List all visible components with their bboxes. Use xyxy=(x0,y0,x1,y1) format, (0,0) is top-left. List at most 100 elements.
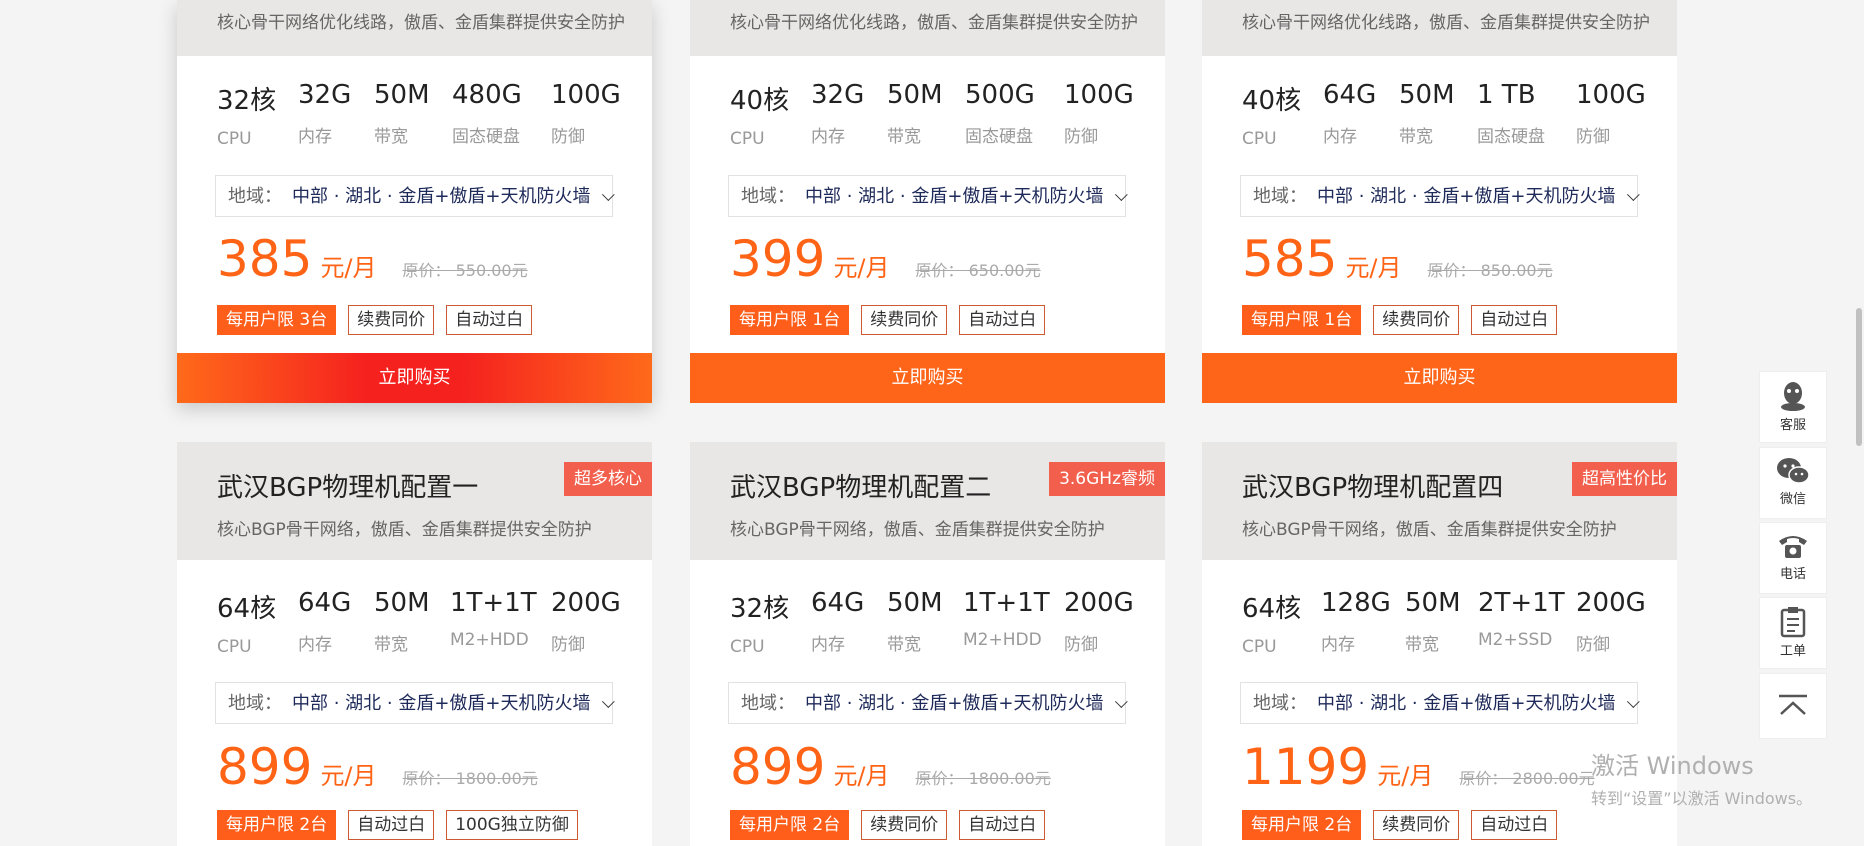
spec-label: 内存 xyxy=(1321,635,1355,655)
spec-value: 32G xyxy=(811,80,865,110)
spec-item: 64G 内存 xyxy=(298,588,351,655)
spec-label: 内存 xyxy=(1323,127,1357,147)
price-unit: 元/月 xyxy=(833,254,890,282)
spec-value: 200G xyxy=(1064,588,1134,618)
spec-item: 128G 内存 xyxy=(1321,588,1391,655)
buy-now-button[interactable]: 立即购买 xyxy=(177,353,652,403)
spec-value: 128G xyxy=(1321,588,1391,618)
sidebar-label: 客服 xyxy=(1779,418,1806,433)
buy-now-button[interactable]: 立即购买 xyxy=(1202,353,1677,403)
feature-tag: 自动过白 xyxy=(1471,305,1558,335)
product-card: 武汉BGP物理机配置二 3.6GHz睿频 核心BGP骨干网络，傲盾、金盾集群提供… xyxy=(690,442,1165,846)
feature-tag: 100G独立防御 xyxy=(446,810,578,840)
spec-value: 32核 xyxy=(217,86,277,116)
spec-item: 2T+1T M2+SSD xyxy=(1478,588,1565,650)
spec-value: 50M xyxy=(1405,588,1461,618)
card-subtitle: 核心BGP骨干网络，傲盾、金盾集群提供安全防护 xyxy=(1242,520,1617,540)
spec-label: CPU xyxy=(217,129,252,149)
spec-item: 32G 内存 xyxy=(298,80,351,147)
region-value: 中部 · 湖北 · 金盾+傲盾+天机防火墙 xyxy=(805,693,1104,714)
spec-value: 64核 xyxy=(217,594,277,624)
scrollbar-thumb[interactable] xyxy=(1856,308,1862,446)
region-value: 中部 · 湖北 · 金盾+傲盾+天机防火墙 xyxy=(1317,186,1616,207)
chevron-down-icon xyxy=(1114,695,1128,709)
price-value: 585 xyxy=(1242,230,1338,288)
feature-tag: 续费同价 xyxy=(861,305,948,335)
sidebar-ticket[interactable]: 工单 xyxy=(1759,597,1827,669)
spec-item: 1 TB 固态硬盘 xyxy=(1477,80,1545,147)
spec-label: M2+SSD xyxy=(1478,630,1553,650)
wechat-icon xyxy=(1777,458,1810,484)
feature-tag: 自动过白 xyxy=(348,810,435,840)
spec-item: 64G 内存 xyxy=(1323,80,1376,147)
spec-label: 固态硬盘 xyxy=(452,127,520,147)
tag-list: 每用户限 1台 续费同价 自动过白 xyxy=(730,305,1057,335)
sidebar-customer-service[interactable]: 客服 xyxy=(1759,371,1827,443)
spec-item: 50M 带宽 xyxy=(374,80,430,147)
spec-label: 内存 xyxy=(298,635,332,655)
tag-list: 每用户限 3台 续费同价 自动过白 xyxy=(217,305,544,335)
region-value: 中部 · 湖北 · 金盾+傲盾+天机防火墙 xyxy=(805,186,1104,207)
spec-label: CPU xyxy=(1242,129,1277,149)
spec-item: 50M 带宽 xyxy=(887,80,943,147)
region-select[interactable]: 地域： 中部 · 湖北 · 金盾+傲盾+天机防火墙 xyxy=(1240,175,1640,217)
original-price: 原价： 550.00元 xyxy=(402,261,528,280)
region-value: 中部 · 湖北 · 金盾+傲盾+天机防火墙 xyxy=(292,693,591,714)
feature-tag: 续费同价 xyxy=(348,305,435,335)
spec-label: M2+HDD xyxy=(963,630,1042,650)
tag-list: 每用户限 2台 续费同价 自动过白 xyxy=(1242,810,1569,840)
sidebar-wechat[interactable]: 微信 xyxy=(1759,447,1827,519)
region-select[interactable]: 地域： 中部 · 湖北 · 金盾+傲盾+天机防火墙 xyxy=(1240,682,1640,724)
chevron-down-icon xyxy=(1626,695,1640,709)
spec-label: CPU xyxy=(217,637,252,657)
region-label: 地域： xyxy=(228,693,282,714)
region-select[interactable]: 地域： 中部 · 湖北 · 金盾+傲盾+天机防火墙 xyxy=(215,175,615,217)
spec-value: 480G xyxy=(452,80,522,110)
region-label: 地域： xyxy=(1253,693,1307,714)
region-select[interactable]: 地域： 中部 · 湖北 · 金盾+傲盾+天机防火墙 xyxy=(728,682,1128,724)
back-to-top-button[interactable] xyxy=(1759,673,1827,739)
spec-value: 64核 xyxy=(1242,594,1302,624)
highlight-badge: 超高性价比 xyxy=(1572,462,1677,496)
feature-tag: 自动过白 xyxy=(959,305,1046,335)
spec-value: 200G xyxy=(551,588,621,618)
price-value: 399 xyxy=(730,230,826,288)
price-value: 1199 xyxy=(1242,738,1370,796)
price-row: 1199 元/月 原价： 2800.00元 xyxy=(1242,738,1595,796)
spec-value: 1T+1T xyxy=(450,588,537,618)
region-value: 中部 · 湖北 · 金盾+傲盾+天机防火墙 xyxy=(1317,693,1616,714)
spec-item: 50M 带宽 xyxy=(1405,588,1461,655)
spec-list: 32核 CPU 64G 内存 50M 带宽 1T+1T M2+HDD 200G 防御 xyxy=(730,588,1150,668)
spec-value: 32核 xyxy=(730,594,790,624)
price-row: 899 元/月 原价： 1800.00元 xyxy=(730,738,1051,796)
original-price: 原价： 1800.00元 xyxy=(915,769,1051,788)
card-header: 武汉BGP物理机配置二 3.6GHz睿频 核心BGP骨干网络，傲盾、金盾集群提供… xyxy=(690,442,1165,560)
buy-now-button[interactable]: 立即购买 xyxy=(690,353,1165,403)
region-label: 地域： xyxy=(741,693,795,714)
phone-icon xyxy=(1779,536,1807,558)
spec-label: CPU xyxy=(1242,637,1277,657)
purchase-limit-badge: 每用户限 1台 xyxy=(730,305,850,335)
price-unit: 元/月 xyxy=(320,254,377,282)
spec-value: 32G xyxy=(298,80,352,110)
price-row: 399 元/月 原价： 650.00元 xyxy=(730,230,1041,288)
spec-item: 200G 防御 xyxy=(551,588,621,655)
price-row: 585 元/月 原价： 850.00元 xyxy=(1242,230,1553,288)
card-title: 武汉BGP物理机配置四 xyxy=(1242,473,1504,503)
spec-label: 防御 xyxy=(1064,635,1098,655)
purchase-limit-badge: 每用户限 2台 xyxy=(217,810,337,840)
spec-item: 100G 防御 xyxy=(551,80,621,147)
spec-label: CPU xyxy=(730,637,765,657)
spec-item: 50M 带宽 xyxy=(374,588,430,655)
ticket-icon xyxy=(1780,607,1806,638)
card-subtitle: 核心骨干网络优化线路，傲盾、金盾集群提供安全防护 xyxy=(1242,13,1650,33)
spec-value: 1T+1T xyxy=(963,588,1050,618)
region-select[interactable]: 地域： 中部 · 湖北 · 金盾+傲盾+天机防火墙 xyxy=(215,682,615,724)
sidebar-phone[interactable]: 电话 xyxy=(1759,522,1827,594)
spec-value: 100G xyxy=(551,80,621,110)
chevron-down-icon xyxy=(601,188,615,202)
region-select[interactable]: 地域： 中部 · 湖北 · 金盾+傲盾+天机防火墙 xyxy=(728,175,1128,217)
scrollbar[interactable] xyxy=(1854,0,1864,846)
spec-label: 带宽 xyxy=(887,127,921,147)
price-unit: 元/月 xyxy=(320,762,377,790)
